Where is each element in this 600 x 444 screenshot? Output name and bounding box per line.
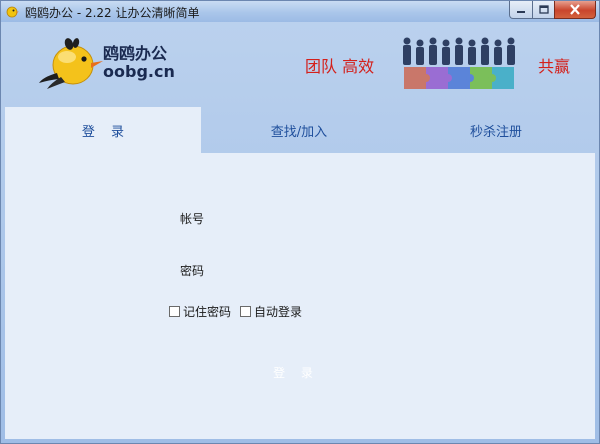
auto-login-label[interactable]: 自动登录	[254, 303, 302, 320]
maximize-button[interactable]	[532, 1, 555, 19]
logo-domain: oobg.cn	[103, 62, 175, 81]
remember-password-label[interactable]: 记住密码	[183, 303, 231, 320]
auto-login-checkbox[interactable]	[240, 306, 252, 317]
login-button-label: 登 录	[273, 365, 319, 380]
window-title: 鸥鸥办公 - 2.22 让办公清晰简单	[25, 6, 200, 20]
tab-login-label: 登 录	[81, 124, 131, 140]
close-button[interactable]	[554, 1, 596, 19]
login-button[interactable]: 登 录	[263, 361, 323, 383]
tab-quick-register[interactable]: 秒杀注册	[397, 107, 595, 153]
remember-password-checkbox[interactable]	[169, 306, 180, 317]
login-options: 记住密码 自动登录	[169, 303, 302, 320]
app-window: 鸥鸥办公 - 2.22 让办公清晰简单 鸥鸥办公 oobg.cn 团队 高效 共…	[0, 0, 600, 444]
slogan-right: 共赢	[538, 57, 571, 76]
maximize-icon	[538, 5, 549, 14]
bird-logo-icon	[39, 38, 103, 89]
minimize-icon	[517, 10, 525, 13]
slogan-left: 团队 高效	[305, 57, 375, 76]
account-label: 帐号	[180, 212, 205, 226]
tab-find-join[interactable]: 查找/加入	[201, 107, 397, 153]
title-bar[interactable]: 鸥鸥办公 - 2.22 让办公清晰简单	[1, 1, 599, 22]
close-icon	[570, 4, 580, 15]
tab-find-join-label: 查找/加入	[270, 124, 328, 140]
logo-text: 鸥鸥办公	[103, 44, 168, 63]
tab-login[interactable]: 登 录	[5, 107, 201, 153]
tab-quick-register-label: 秒杀注册	[469, 124, 522, 140]
password-label: 密码	[180, 264, 205, 278]
minimize-button[interactable]	[509, 1, 533, 19]
login-panel: 帐号 密码 记住密码 自动登录 登 录	[5, 153, 595, 439]
team-puzzle-image	[403, 37, 515, 89]
header-banner: 鸥鸥办公 oobg.cn 团队 高效 共赢	[5, 25, 595, 107]
app-icon	[6, 6, 19, 18]
